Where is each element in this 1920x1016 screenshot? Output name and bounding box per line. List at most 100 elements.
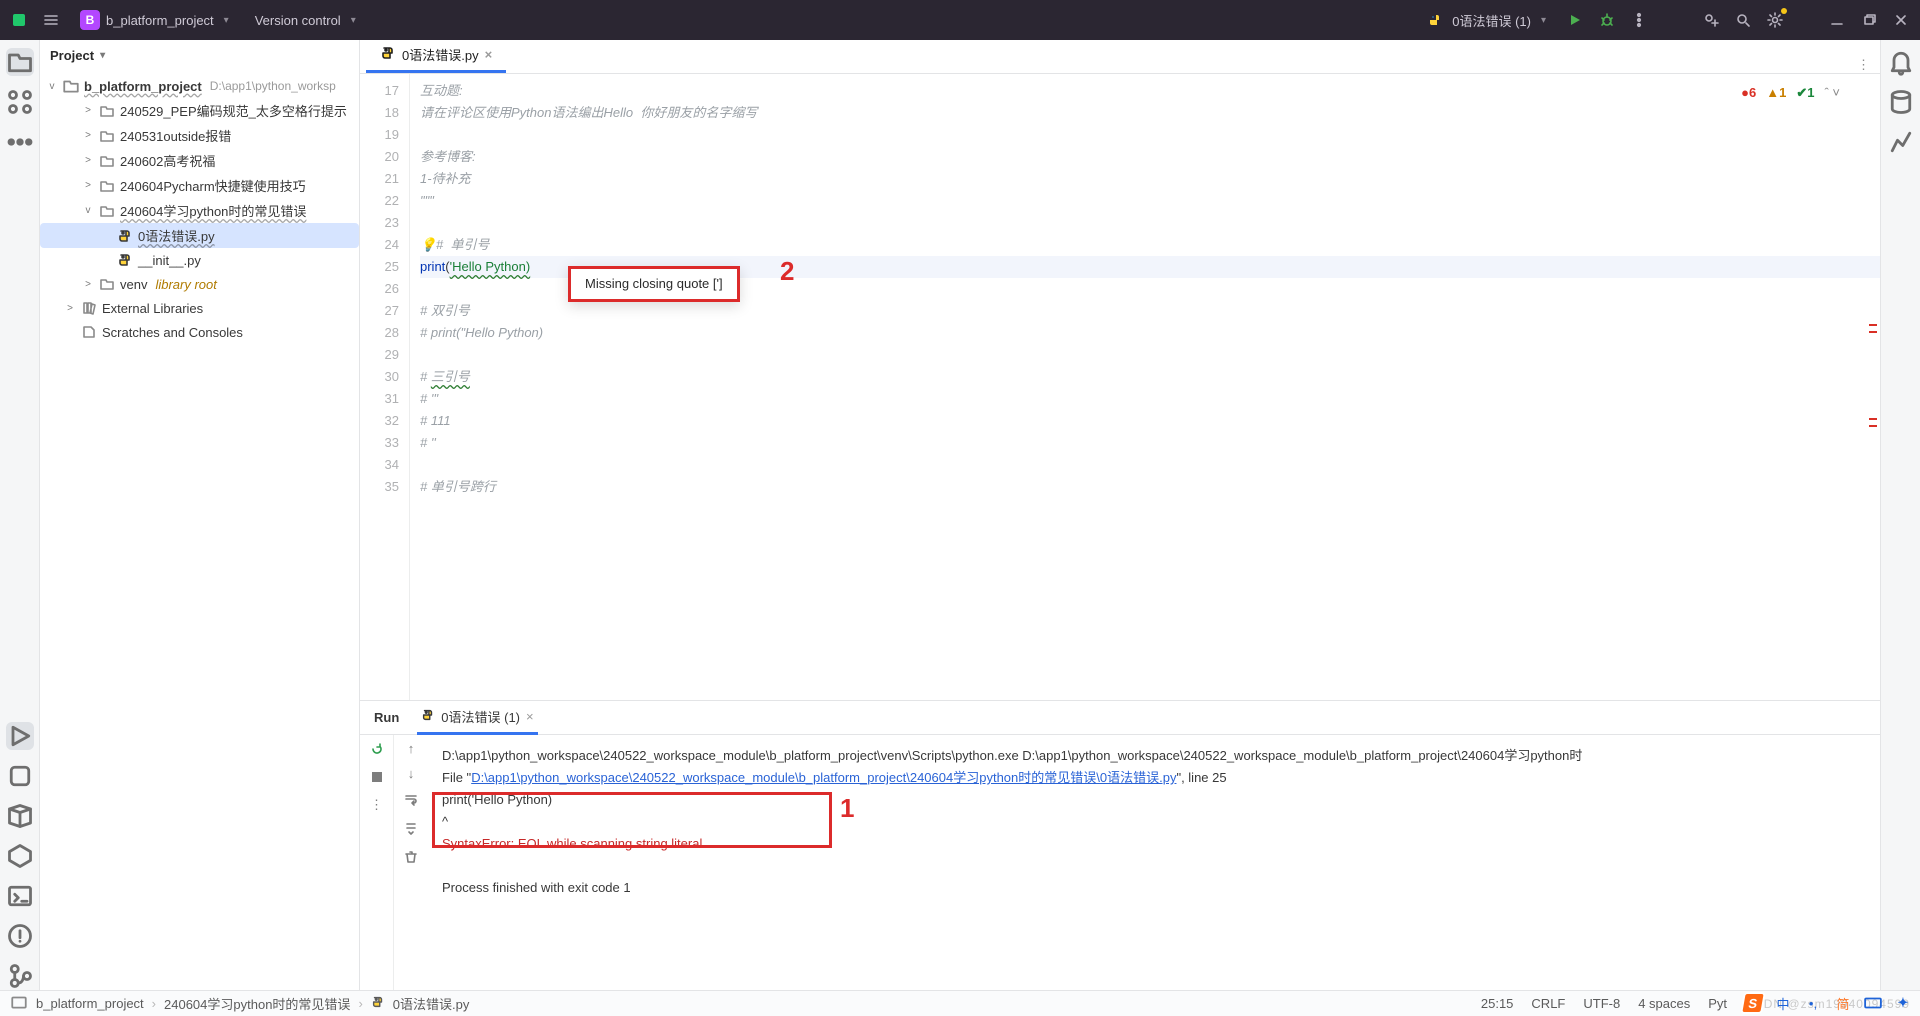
notifications-icon[interactable] bbox=[1887, 48, 1915, 76]
run-side-toolbar-2: ↑ ↓ bbox=[394, 735, 428, 990]
tree-row[interactable]: >venvlibrary root bbox=[40, 272, 359, 296]
code-editor[interactable]: 17181920212223242526272829303132333435 ●… bbox=[360, 74, 1880, 700]
error-tooltip: Missing closing quote ['] bbox=[568, 266, 740, 302]
indent-info[interactable]: 4 spaces bbox=[1638, 996, 1690, 1011]
project-pane: Project ▾ v b_platform_project D:\app1\p… bbox=[40, 40, 360, 990]
nav-back-icon[interactable] bbox=[10, 993, 28, 1014]
breadcrumb[interactable]: b_platform_project› 240604学习python时的常见错误… bbox=[36, 994, 469, 1013]
tree-row[interactable]: Scratches and Consoles bbox=[40, 320, 359, 344]
tree-row[interactable]: v240604学习python时的常见错误 bbox=[40, 198, 359, 223]
tree-row[interactable]: 0语法错误.py bbox=[40, 223, 359, 248]
console-error-line: SyntaxError: EOL while scanning string l… bbox=[442, 833, 1866, 855]
tree-row[interactable]: >240531outside报错 bbox=[40, 123, 359, 148]
window-close-icon[interactable] bbox=[1890, 9, 1912, 31]
tree-row[interactable]: __init__.py bbox=[40, 248, 359, 272]
project-tree[interactable]: v b_platform_project D:\app1\python_work… bbox=[40, 70, 359, 990]
run-config-selector[interactable]: 0语法错误 (1) bbox=[1416, 6, 1554, 34]
tree-root[interactable]: v b_platform_project D:\app1\python_work… bbox=[40, 74, 359, 98]
more-tools-icon[interactable] bbox=[6, 128, 34, 156]
structure-tool-icon[interactable] bbox=[6, 88, 34, 116]
line-separator[interactable]: CRLF bbox=[1531, 996, 1565, 1011]
ide-logo-icon bbox=[8, 9, 30, 31]
editor-tabs: 0语法错误.py × ⋮ bbox=[360, 40, 1880, 74]
run-toolbar: Run 0语法错误 (1) × bbox=[360, 701, 1880, 735]
main-menu-icon[interactable] bbox=[40, 9, 62, 31]
search-icon[interactable] bbox=[1732, 9, 1754, 31]
project-pane-title: Project bbox=[50, 48, 94, 63]
scroll-to-end-icon[interactable] bbox=[403, 820, 419, 839]
close-tab-icon[interactable]: × bbox=[485, 47, 493, 62]
rerun-icon[interactable] bbox=[369, 741, 385, 760]
project-selector[interactable]: B b_platform_project bbox=[72, 7, 237, 33]
folder-icon bbox=[98, 152, 116, 170]
window-restore-icon[interactable] bbox=[1858, 9, 1880, 31]
folder-icon bbox=[80, 323, 98, 341]
sogou-ime-icon[interactable]: S bbox=[1740, 992, 1766, 1014]
tree-row[interactable]: >External Libraries bbox=[40, 296, 359, 320]
close-run-tab-icon[interactable]: × bbox=[526, 709, 534, 724]
console-line: D:\app1\python_workspace\240522_workspac… bbox=[442, 745, 1866, 767]
services-tool-icon[interactable] bbox=[6, 842, 34, 870]
error-stripe[interactable] bbox=[1866, 74, 1880, 700]
terminal-tool-icon[interactable] bbox=[6, 882, 34, 910]
settings-icon[interactable] bbox=[1764, 9, 1786, 31]
vcs-tool-icon[interactable] bbox=[6, 962, 34, 990]
python-icon bbox=[116, 227, 134, 245]
ime-settings-icon[interactable]: ✦ bbox=[1892, 992, 1914, 1014]
inspection-widget[interactable]: ●6 ▲1 ✔1 ˆ ˅ bbox=[1741, 82, 1840, 104]
file-encoding[interactable]: UTF-8 bbox=[1583, 996, 1620, 1011]
status-bar: b_platform_project› 240604学习python时的常见错误… bbox=[0, 990, 1920, 1016]
project-pane-header[interactable]: Project ▾ bbox=[40, 40, 359, 70]
python-icon bbox=[421, 708, 435, 725]
coverage-tool-icon[interactable] bbox=[1887, 128, 1915, 156]
run-tool-icon[interactable] bbox=[6, 722, 34, 750]
editor-area: 0语法错误.py × ⋮ 171819202122232425262728293… bbox=[360, 40, 1880, 990]
tree-row[interactable]: >240604Pycharm快捷键使用技巧 bbox=[40, 173, 359, 198]
more-actions-icon[interactable] bbox=[1628, 9, 1650, 31]
code-with-me-icon[interactable] bbox=[1700, 9, 1722, 31]
python-console-tool-icon[interactable] bbox=[6, 762, 34, 790]
tree-row[interactable]: >240529_PEP编码规范_太多空格行提示 bbox=[40, 98, 359, 123]
up-icon[interactable]: ↑ bbox=[408, 741, 415, 756]
tree-row[interactable]: >240602高考祝福 bbox=[40, 148, 359, 173]
console-line: File "D:\app1\python_workspace\240522_wo… bbox=[442, 767, 1866, 789]
console-output[interactable]: D:\app1\python_workspace\240522_workspac… bbox=[428, 735, 1880, 990]
run-tab-label: 0语法错误 (1) bbox=[441, 707, 520, 726]
ime-punct-icon[interactable]: •, bbox=[1802, 992, 1824, 1014]
interpreter-info[interactable]: Pyt bbox=[1708, 996, 1727, 1011]
down-icon[interactable]: ↓ bbox=[408, 766, 415, 781]
more-run-icon[interactable]: ⋮ bbox=[370, 797, 383, 813]
project-badge: B bbox=[80, 10, 100, 30]
file-link[interactable]: D:\app1\python_workspace\240522_workspac… bbox=[471, 770, 1176, 785]
soft-wrap-icon[interactable] bbox=[403, 791, 419, 810]
ime-simp-icon[interactable]: 简 bbox=[1832, 992, 1854, 1014]
console-line: print('Hello Python) bbox=[442, 789, 1866, 811]
caret-position[interactable]: 25:15 bbox=[1481, 996, 1514, 1011]
trash-icon[interactable] bbox=[403, 849, 419, 868]
run-label: Run bbox=[374, 710, 399, 725]
run-tab[interactable]: 0语法错误 (1) × bbox=[417, 701, 537, 735]
left-tool-strip bbox=[0, 40, 40, 990]
python-icon bbox=[116, 251, 134, 269]
annotation-label-2: 2 bbox=[780, 260, 794, 282]
problems-tool-icon[interactable] bbox=[6, 922, 34, 950]
project-tool-icon[interactable] bbox=[6, 48, 34, 76]
debug-icon[interactable] bbox=[1596, 9, 1618, 31]
run-icon[interactable] bbox=[1564, 9, 1586, 31]
ime-zh-icon[interactable]: 中 bbox=[1772, 992, 1794, 1014]
code-area[interactable]: ●6 ▲1 ✔1 ˆ ˅ 互动题:请在评论区使用Python语法编出Hello … bbox=[410, 74, 1880, 700]
stop-icon[interactable] bbox=[370, 770, 384, 787]
window-minimize-icon[interactable] bbox=[1826, 9, 1848, 31]
run-tool-window: Run 0语法错误 (1) × ⋮ ↑ ↓ bbox=[360, 700, 1880, 990]
packages-tool-icon[interactable] bbox=[6, 802, 34, 830]
editor-tabs-menu-icon[interactable]: ⋮ bbox=[1857, 57, 1880, 73]
annotation-label-1: 1 bbox=[840, 797, 854, 819]
editor-tab[interactable]: 0语法错误.py × bbox=[366, 39, 506, 73]
database-tool-icon[interactable] bbox=[1887, 88, 1915, 116]
python-icon bbox=[380, 45, 396, 64]
ime-keyboard-icon[interactable] bbox=[1862, 992, 1884, 1014]
vcs-menu[interactable]: Version control bbox=[247, 10, 364, 31]
console-line: ^ bbox=[442, 811, 1866, 833]
run-side-toolbar: ⋮ bbox=[360, 735, 394, 990]
folder-icon bbox=[62, 77, 80, 95]
